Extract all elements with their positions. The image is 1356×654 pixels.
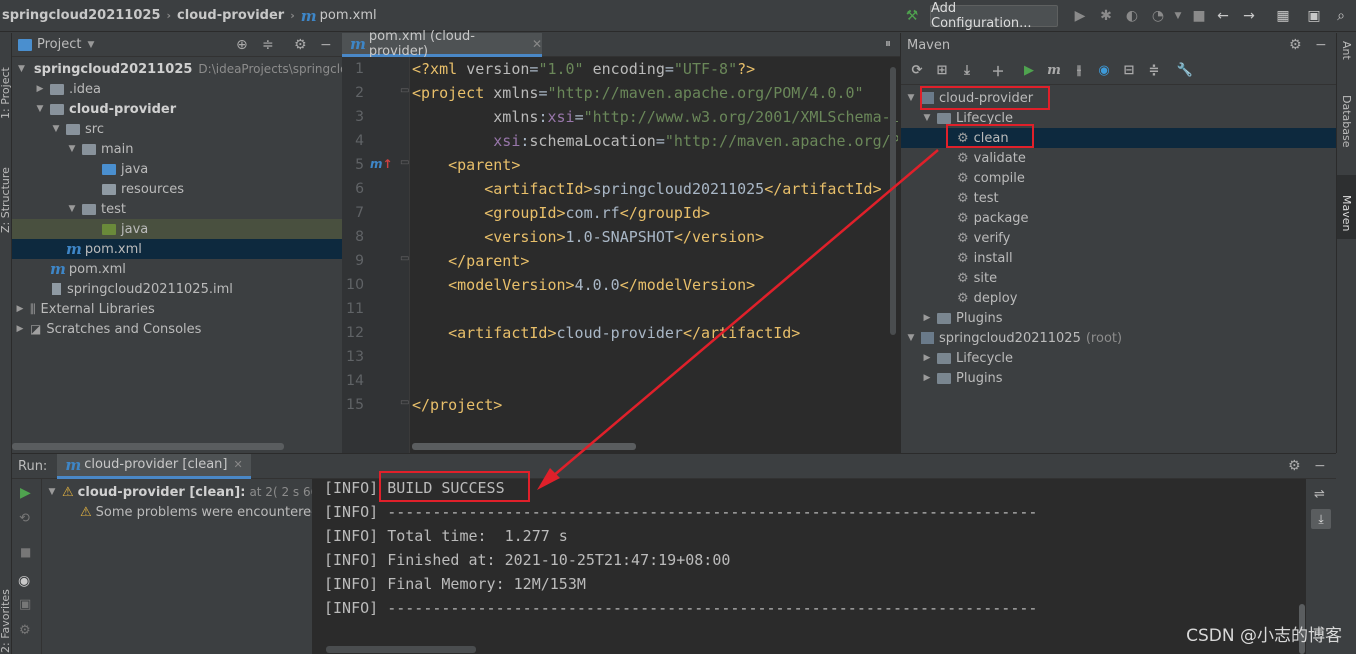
annotation-arrow-head (537, 468, 560, 490)
annotation-arrow-line (545, 149, 939, 483)
annotation-arrow (537, 149, 939, 490)
watermark: CSDN @小志的博客 (1186, 626, 1342, 646)
